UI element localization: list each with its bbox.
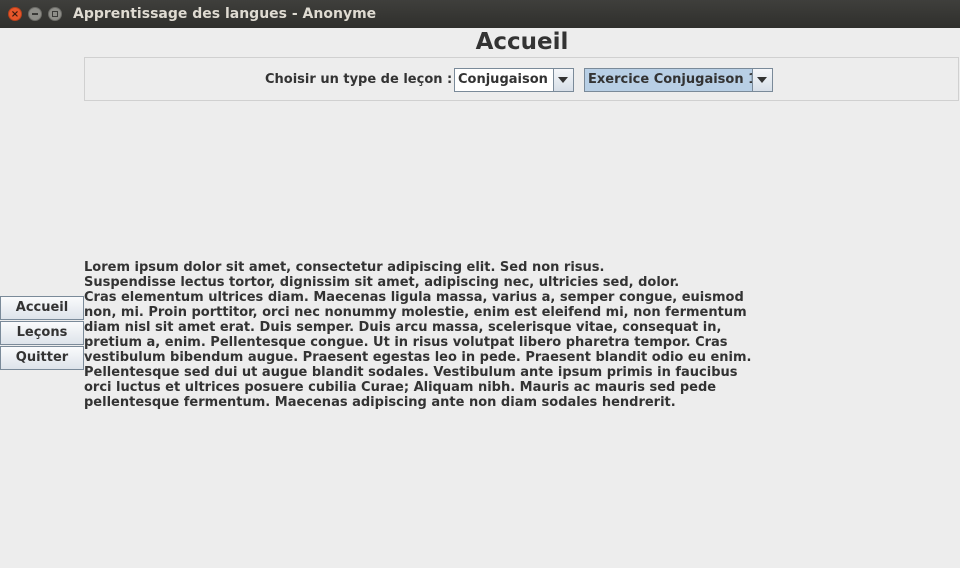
sidebar-button-accueil[interactable]: Accueil bbox=[0, 296, 84, 320]
lesson-type-label: Choisir un type de leçon : bbox=[265, 72, 453, 87]
exercise-dropdown[interactable]: Exercice Conjugaison 1 bbox=[584, 68, 773, 92]
sidebar-button-quitter[interactable]: Quitter bbox=[0, 346, 84, 370]
lesson-text-line: vestibulum bibendum augue. Praesent eges… bbox=[84, 350, 752, 365]
window-close-button[interactable]: × bbox=[8, 7, 22, 21]
window-maximize-button[interactable] bbox=[48, 7, 62, 21]
lesson-text-line: non, mi. Proin porttitor, orci nec nonum… bbox=[84, 305, 747, 320]
chevron-down-icon[interactable] bbox=[752, 69, 772, 91]
lesson-text-line: Lorem ipsum dolor sit amet, consectetur … bbox=[84, 260, 605, 275]
window-title: Apprentissage des langues - Anonyme bbox=[73, 6, 377, 22]
page-title: Accueil bbox=[475, 29, 569, 55]
lesson-text-line: pellentesque fermentum. Maecenas adipisc… bbox=[84, 395, 676, 410]
lesson-text-line: Pellentesque sed dui ut augue blandit so… bbox=[84, 365, 738, 380]
lesson-type-dropdown[interactable]: Conjugaison bbox=[454, 68, 574, 92]
chevron-down-icon[interactable] bbox=[553, 69, 573, 91]
lesson-text-line: Suspendisse lectus tortor, dignissim sit… bbox=[84, 275, 680, 290]
lesson-type-value: Conjugaison bbox=[458, 72, 548, 87]
window-titlebar: × Apprentissage des langues - Anonyme bbox=[0, 0, 960, 28]
lesson-text-line: diam nisl sit amet erat. Duis semper. Du… bbox=[84, 320, 722, 335]
sidebar-button-lecons[interactable]: Leçons bbox=[0, 321, 84, 345]
lesson-text: Lorem ipsum dolor sit amet, consectetur … bbox=[84, 260, 752, 410]
lesson-text-line: orci luctus et ultrices posuere cubilia … bbox=[84, 380, 717, 395]
lesson-text-line: Cras elementum ultrices diam. Maecenas l… bbox=[84, 290, 744, 305]
window-minimize-button[interactable] bbox=[28, 7, 42, 21]
exercise-value: Exercice Conjugaison 1 bbox=[585, 69, 752, 91]
lesson-text-line: pretium a, enim. Pellentesque congue. Ut… bbox=[84, 335, 728, 350]
